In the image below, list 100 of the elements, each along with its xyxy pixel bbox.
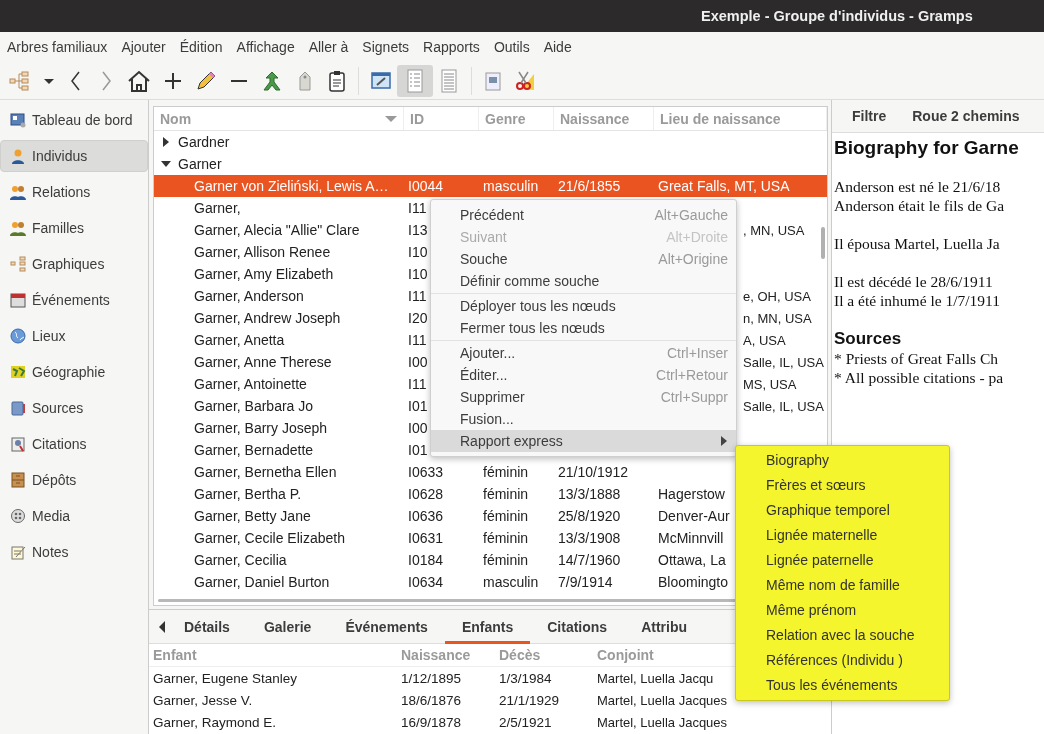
menu-item[interactable]: Frères et sœurs — [736, 473, 949, 498]
sidebar-item[interactable]: Citations — [0, 428, 148, 460]
menu-item[interactable]: Tous les événements — [736, 673, 949, 698]
menu-item[interactable]: Fermer tous les nœuds — [431, 317, 736, 339]
menu-item[interactable]: Définir comme souche — [431, 270, 736, 292]
menu-item[interactable]: Aller à — [301, 39, 356, 55]
scroll-left-icon[interactable] — [157, 619, 167, 634]
menu-item[interactable]: Ajouter... Ctrl+Inser — [431, 342, 736, 364]
tab[interactable]: Attribu — [624, 609, 704, 644]
person-row[interactable]: Garner von Zieliński, Lewis A… I0044 masculin 21/6/1855 Great Falls, MT, USA — [154, 175, 827, 197]
table-cell-text: Garner, Raymond E. — [152, 714, 278, 730]
person-name: Garner, Anderson — [193, 288, 305, 304]
menu-item[interactable]: Précédent Alt+Gauche — [431, 204, 736, 226]
birth-place: Great Falls, MT, USA — [658, 178, 790, 194]
sidebar-item[interactable]: Relations — [0, 176, 148, 208]
sidebar-item[interactable]: Graphiques — [0, 248, 148, 280]
person-name: Garner, Bernetha Ellen — [193, 464, 338, 480]
book-icon — [10, 400, 26, 416]
menu-item[interactable]: Aide — [536, 39, 579, 55]
sidebar-item[interactable]: Lieux — [0, 320, 148, 352]
biography-text: Il a été inhumé le 1/7/1911 — [834, 291, 1001, 310]
birth-place: Ottawa, La — [658, 552, 726, 568]
table-cell-text: Martel, Luella Jacques — [596, 714, 728, 730]
birth-date: 13/3/1908 — [558, 530, 621, 546]
table-cell-text: 1/12/1895 — [400, 670, 463, 686]
scrollbar-thumb[interactable] — [821, 227, 825, 259]
person-id: I20 — [407, 310, 429, 326]
cabinet-icon — [10, 472, 26, 488]
menu-item[interactable]: Supprimer Ctrl+Suppr — [431, 386, 736, 408]
person-name: Garner, Anetta — [193, 332, 286, 348]
menu-item[interactable]: Arbres familiaux — [0, 39, 115, 55]
people-icon — [10, 184, 26, 200]
menu-item[interactable]: Signets — [355, 39, 417, 55]
sort-arrow-icon — [385, 114, 397, 123]
menu-item[interactable]: Relation avec la souche — [736, 623, 949, 648]
sidebar-item[interactable]: Géographie — [0, 356, 148, 388]
birth-date: 25/8/1920 — [558, 508, 621, 524]
biography-text: Anderson était le fils de Ga — [834, 196, 1005, 215]
menu-item[interactable]: Souche Alt+Origine — [431, 248, 736, 270]
person-id: I00 — [407, 420, 429, 436]
birth-date: 21/6/1855 — [558, 178, 621, 194]
person-name: Garner, Amy Elizabeth — [193, 266, 335, 282]
sidebar-item[interactable]: Media — [0, 500, 148, 532]
window-title: Exemple - Groupe d'individus - Gramps — [701, 8, 973, 24]
menu-item[interactable]: Éditer... Ctrl+Retour — [431, 364, 736, 386]
tab[interactable]: Événements — [328, 609, 445, 644]
menu-item[interactable]: Outils — [486, 39, 537, 55]
sources-heading: Sources — [834, 329, 903, 349]
person-name: Garner, — [193, 200, 242, 216]
clipboard-icon[interactable] — [326, 68, 348, 93]
sidebar-item[interactable]: Sources — [0, 392, 148, 424]
gender: masculin — [483, 178, 539, 194]
person-id: I0628 — [407, 486, 445, 502]
menu-item[interactable]: Même nom de famille — [736, 573, 949, 598]
tab[interactable]: Filtre — [852, 108, 887, 124]
menu-item[interactable]: Rapports — [416, 39, 487, 55]
person-icon — [10, 148, 26, 164]
menu-item[interactable]: Références (Individu ) — [736, 648, 949, 673]
person-id: I11 — [407, 376, 428, 392]
sidebar-item[interactable]: Événements — [0, 284, 148, 316]
tab[interactable]: Galerie — [246, 609, 329, 644]
menu-item[interactable]: Graphique temporel — [736, 498, 949, 523]
sidebar-item[interactable]: Individus — [0, 140, 148, 172]
tab[interactable]: Détails — [167, 609, 247, 644]
notepad-icon — [10, 544, 26, 560]
globe-icon — [10, 328, 26, 344]
surname-group[interactable]: Gardner — [178, 134, 230, 150]
person-id: I0634 — [407, 574, 445, 590]
biography-text: Anderson est né le 21/6/18 — [834, 177, 1002, 196]
table-cell-text: Garner, Eugene Stanley — [152, 670, 299, 686]
menu-item[interactable]: Ajouter — [114, 39, 173, 55]
menu-item[interactable]: Lignée maternelle — [736, 523, 949, 548]
surname-group[interactable]: Garner — [178, 156, 222, 172]
menu-item[interactable]: Biography — [736, 448, 949, 473]
sidebar-item[interactable]: Tableau de bord — [0, 104, 148, 136]
tab[interactable]: Citations — [530, 609, 625, 644]
birth-place: Bloomingto — [658, 574, 729, 590]
table-cell-text: Martel, Luella Jacques — [596, 692, 728, 708]
birth-place: Hagerstow — [658, 486, 725, 502]
menu-item[interactable]: Déployer tous les nœuds — [431, 295, 736, 317]
menu-item[interactable]: Même prénom — [736, 598, 949, 623]
tab[interactable]: Enfants — [444, 609, 531, 644]
birth-place: Denver-Aur — [658, 508, 730, 524]
menu-item[interactable]: Affichage — [229, 39, 302, 55]
menu-item[interactable]: Rapport express — [431, 430, 736, 452]
menu-item[interactable]: Lignée paternelle — [736, 548, 949, 573]
birth-place: A, USA — [743, 332, 786, 348]
menu-item[interactable]: Fusion... — [431, 408, 736, 430]
gender: féminin — [483, 508, 529, 524]
home-icon[interactable] — [126, 68, 152, 93]
sidebar-item[interactable]: Familles — [0, 212, 148, 244]
tab[interactable]: Roue 2 chemins — [912, 108, 1020, 124]
person-name: Garner, Andrew Joseph — [193, 310, 342, 326]
person-id: I11 — [407, 332, 428, 348]
menu-item[interactable]: Édition — [172, 39, 230, 55]
sidebar-item[interactable]: Notes — [0, 536, 148, 568]
table-cell-text: 16/9/1878 — [400, 714, 463, 730]
birth-place: McMinnvill — [658, 530, 724, 546]
sidebar-item[interactable]: Dépôts — [0, 464, 148, 496]
biography-text: Il est décédé le 28/6/1911 — [834, 272, 994, 291]
